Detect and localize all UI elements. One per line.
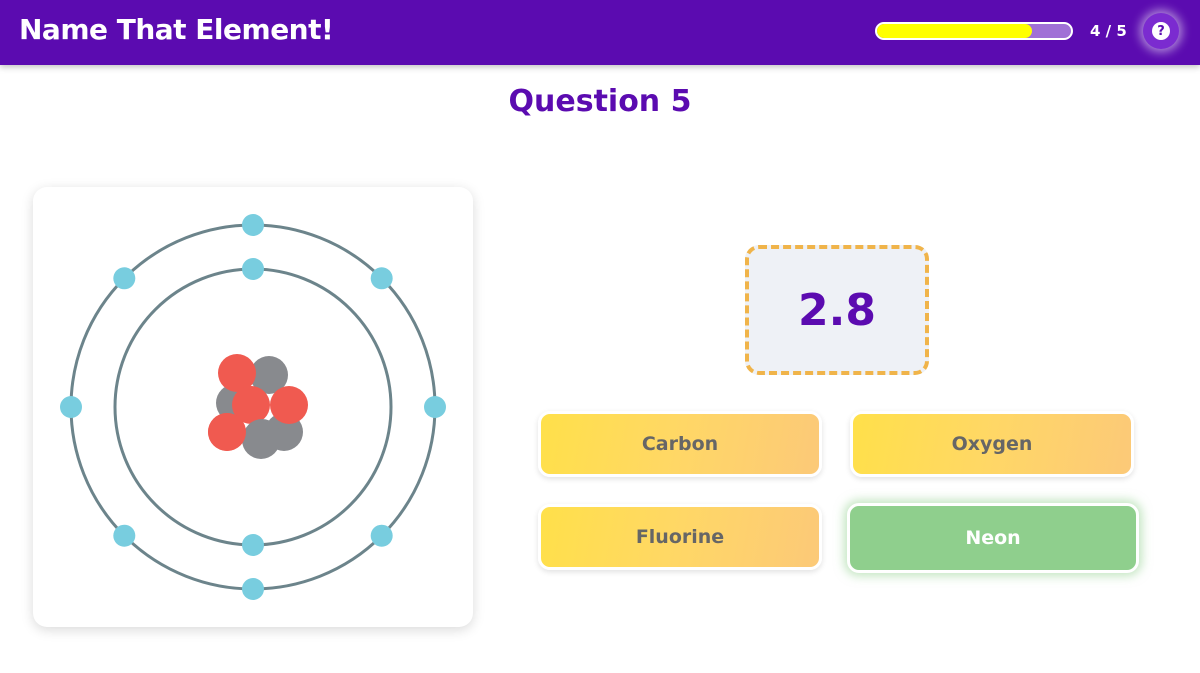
progress-text: 4 / 5 [1090, 22, 1127, 40]
electron [370, 524, 393, 547]
electron [242, 214, 264, 236]
app-title: Name That Element! [19, 13, 334, 46]
atom-diagram-card [33, 187, 473, 627]
electron-configuration-box: 2.8 [745, 245, 929, 375]
electron [60, 396, 82, 418]
question-mark-icon: ? [1152, 22, 1170, 40]
question-title: Question 5 [508, 84, 692, 119]
bohr-model-diagram [60, 214, 446, 600]
help-button[interactable]: ? [1143, 13, 1179, 49]
proton [208, 413, 246, 451]
electron [242, 578, 264, 600]
neutron [243, 419, 281, 457]
answer-option-neon[interactable]: Neon [847, 503, 1139, 573]
electron [242, 258, 264, 280]
answer-option-fluorine[interactable]: Fluorine [538, 504, 822, 570]
electron [424, 396, 446, 418]
electron-configuration-value: 2.8 [798, 284, 876, 336]
proton [270, 386, 308, 424]
progress-bar [875, 22, 1073, 40]
electron [113, 267, 136, 290]
header-bar: Name That Element! 4 / 5 ? [0, 0, 1200, 65]
electron [370, 267, 393, 290]
answer-option-carbon[interactable]: Carbon [538, 411, 822, 477]
electron [242, 534, 264, 556]
electron [113, 524, 136, 547]
progress-fill [877, 24, 1033, 38]
answer-option-oxygen[interactable]: Oxygen [850, 411, 1134, 477]
